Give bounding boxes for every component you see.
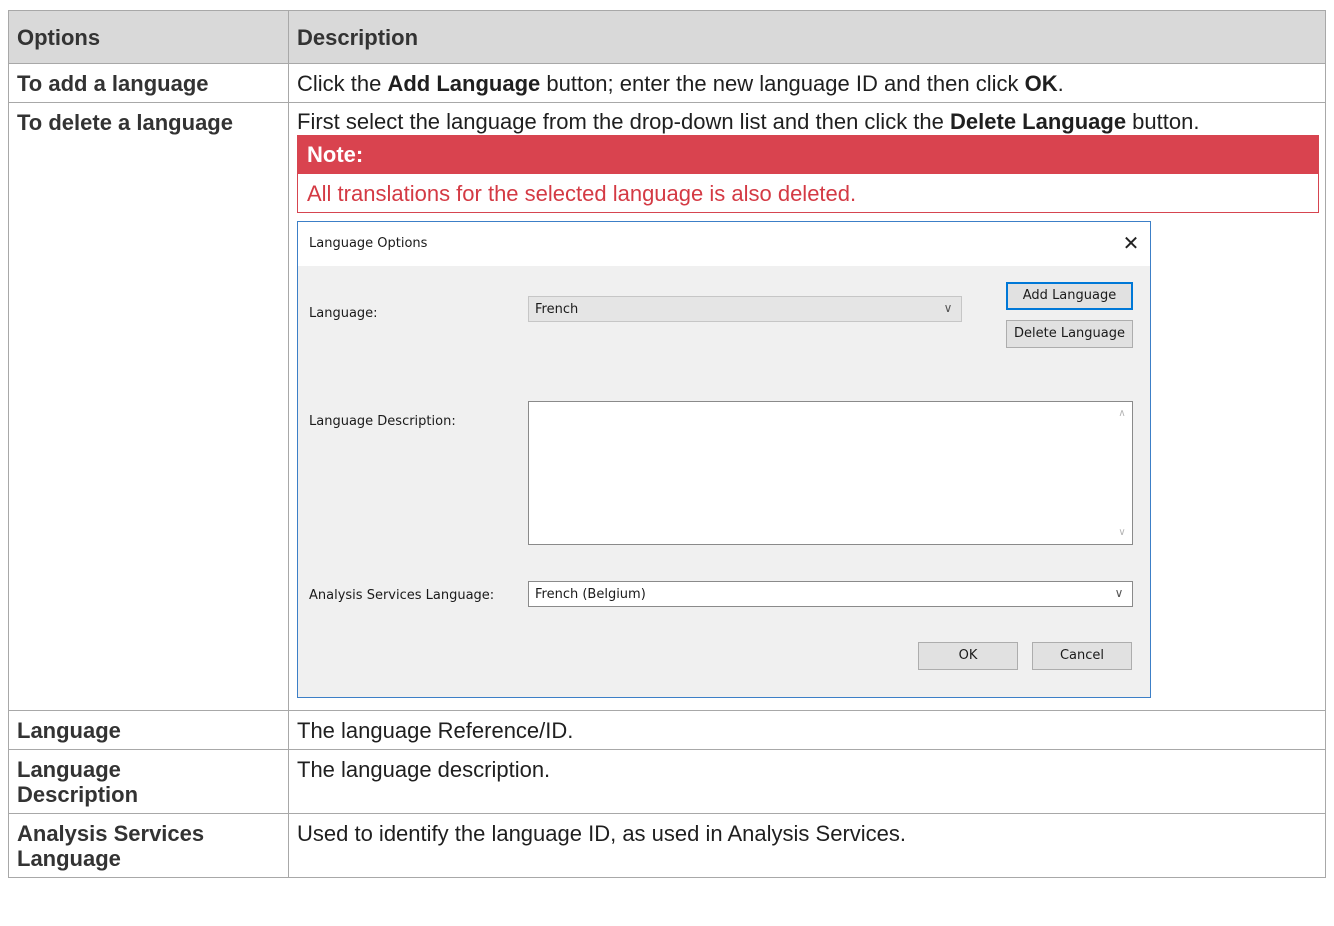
delete-language-button[interactable]: Delete Language (1006, 320, 1133, 348)
analysis-services-language-dropdown[interactable]: French (Belgium) ∨ (528, 581, 1133, 607)
dialog-title: Language Options (309, 236, 428, 251)
description-analysis-services-language: Used to identify the language ID, as use… (288, 813, 1326, 878)
analysis-services-language-value: French (Belgium) (535, 587, 646, 602)
description-text: First select the language from the drop-… (297, 109, 951, 134)
chevron-down-icon: ∨ (1114, 586, 1124, 600)
description-bold: Add Language (387, 71, 541, 96)
dialog-body: Language: French ∨ Add Language Delete L… (298, 266, 1150, 697)
header-options: Options (8, 10, 289, 64)
description-delete-language: First select the language from the drop-… (288, 102, 1326, 711)
option-line: Analysis Services (17, 821, 205, 846)
table-row: To add a language Click the Add Language… (8, 63, 1326, 103)
option-line: Language (17, 846, 121, 871)
option-language-description: Language Description (8, 749, 289, 814)
ok-button[interactable]: OK (918, 642, 1018, 670)
description-bold: OK (1024, 71, 1058, 96)
dialog-titlebar: Language Options ✕ (298, 222, 1150, 266)
description-label: Language Description: (309, 414, 456, 429)
options-table: Options Description To add a language Cl… (8, 10, 1326, 878)
description-textarea[interactable]: ∧ ∨ (528, 401, 1133, 545)
description-text: . (1057, 71, 1064, 96)
note-title: Note: (298, 136, 1318, 174)
option-line: Description (17, 782, 139, 807)
description-text: Click the (297, 71, 388, 96)
table-row: To delete a language First select the la… (8, 102, 1326, 711)
description-language-description: The language description. (288, 749, 1326, 814)
header-description: Description (288, 10, 1326, 64)
table-row: Analysis Services Language Used to identi… (8, 813, 1326, 878)
language-dropdown[interactable]: French ∨ (528, 296, 962, 322)
scroll-up-icon[interactable]: ∧ (1116, 408, 1128, 419)
note-text: All translations for the selected langua… (307, 181, 857, 206)
option-language: Language (8, 710, 289, 750)
description-add-language: Click the Add Language button; enter the… (288, 63, 1326, 103)
option-analysis-services-language: Analysis Services Language (8, 813, 289, 878)
add-language-button[interactable]: Add Language (1006, 282, 1133, 310)
delete-description: First select the language from the drop-… (297, 110, 1317, 133)
description-language: The language Reference/ID. (288, 710, 1326, 750)
option-line: Language (17, 757, 121, 782)
description-bold: Delete Language (950, 109, 1127, 134)
language-value: French (535, 302, 579, 317)
description-text: button. (1126, 109, 1200, 134)
note-box: Note: All translations for the selected … (297, 135, 1319, 213)
analysis-services-language-label: Analysis Services Language: (309, 588, 495, 603)
language-options-dialog: Language Options ✕ Language: French ∨ Ad… (297, 221, 1151, 698)
language-label: Language: (309, 306, 378, 321)
scroll-down-icon[interactable]: ∨ (1116, 527, 1128, 538)
close-icon[interactable]: ✕ (1116, 228, 1146, 258)
option-add-language: To add a language (8, 63, 289, 103)
description-text: button; enter the new language ID and th… (540, 71, 1025, 96)
cancel-button[interactable]: Cancel (1032, 642, 1132, 670)
table-row: Language Description The language descrip… (8, 749, 1326, 814)
table-header-row: Options Description (8, 10, 1326, 64)
chevron-down-icon: ∨ (943, 301, 953, 315)
table-row: Language The language Reference/ID. (8, 710, 1326, 750)
option-delete-language: To delete a language (8, 102, 289, 711)
